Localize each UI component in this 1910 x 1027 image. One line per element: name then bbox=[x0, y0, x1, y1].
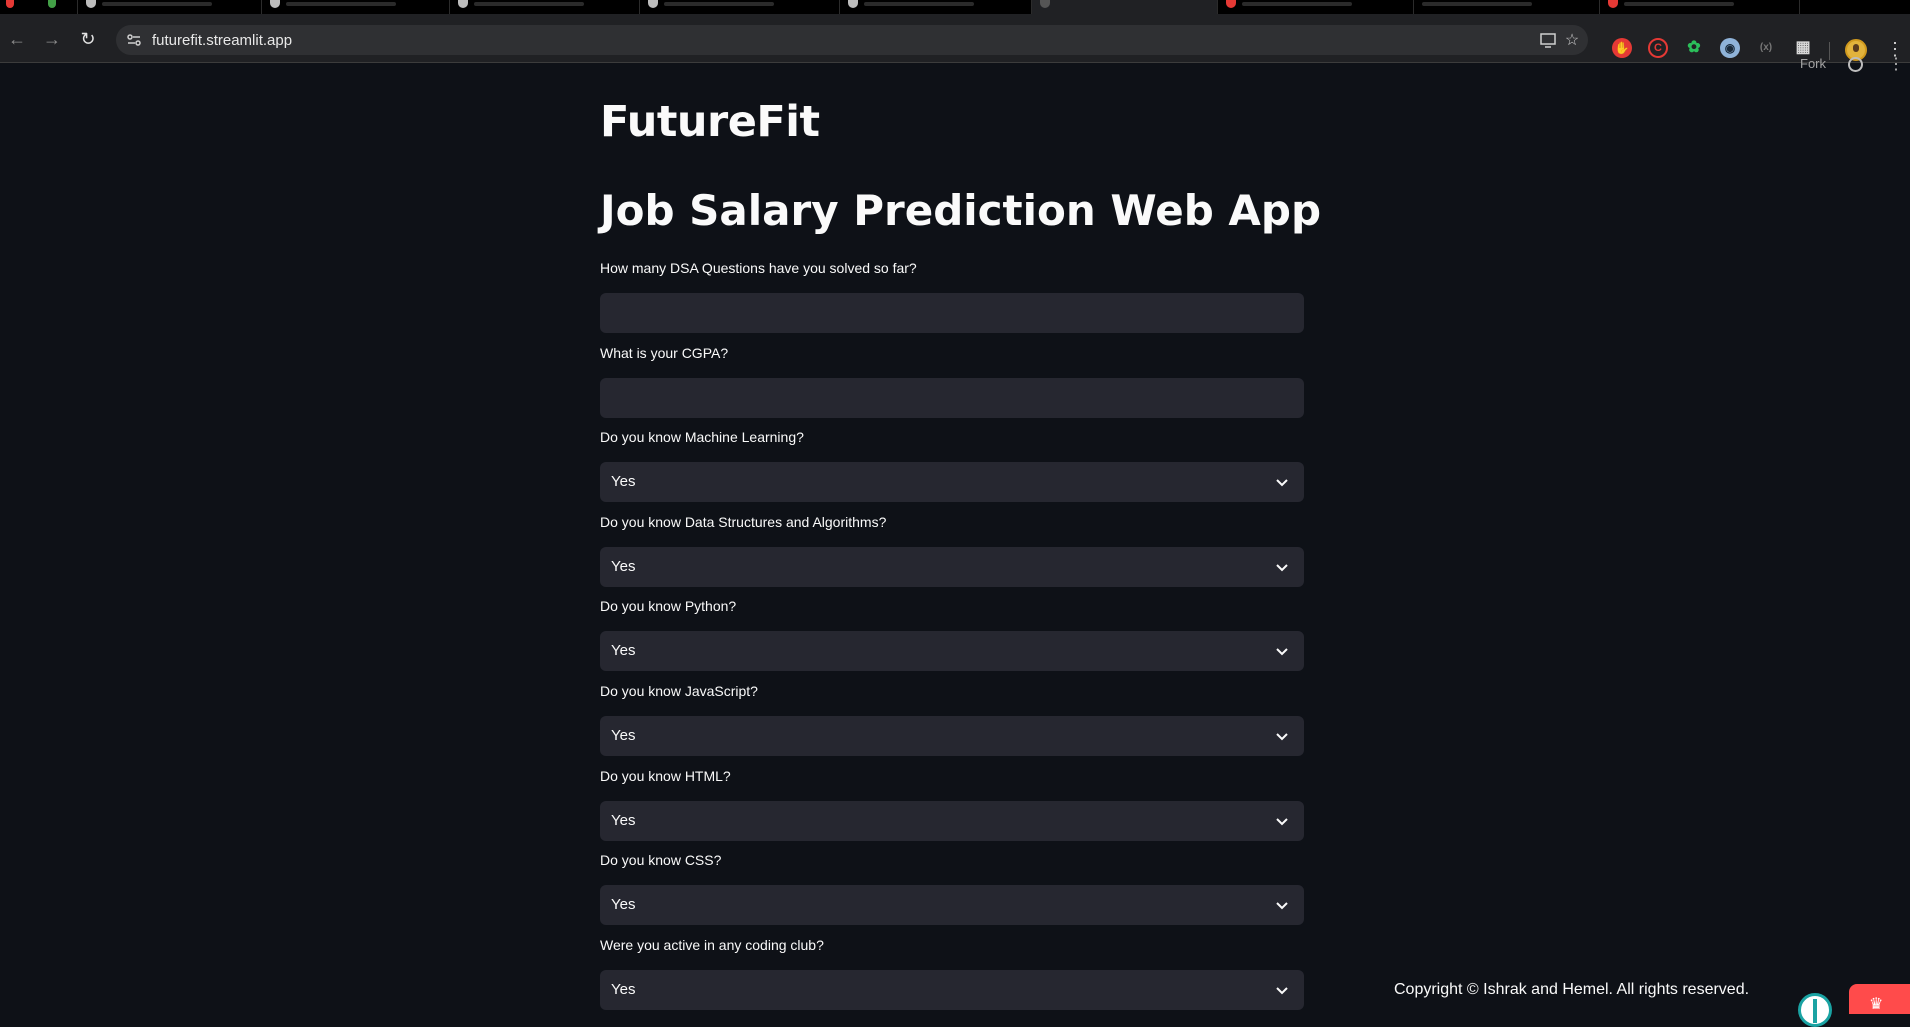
python-field: Do you know Python? Yes bbox=[600, 597, 1304, 671]
text-input-container bbox=[600, 378, 1304, 418]
field-label: What is your CGPA? bbox=[600, 345, 729, 361]
browser-toolbar: ← → ↻ futurefit.streamlit.app ☆ ✋ C ✿ ◉ … bbox=[0, 14, 1910, 63]
app-title: FutureFit bbox=[600, 97, 820, 147]
field-label: Were you active in any coding club? bbox=[600, 937, 824, 953]
youtube-icon bbox=[1608, 0, 1618, 8]
machine-learning-field: Do you know Machine Learning? Yes bbox=[600, 428, 1304, 502]
field-label: Do you know Python? bbox=[600, 598, 737, 614]
url-text: futurefit.streamlit.app bbox=[152, 32, 293, 49]
extension-leaf-icon[interactable]: ✿ bbox=[1684, 38, 1704, 58]
cgpa-field: What is your CGPA? bbox=[600, 344, 1304, 418]
extension-c-icon[interactable]: C bbox=[1648, 38, 1668, 58]
field-label: Do you know Machine Learning? bbox=[600, 429, 804, 445]
fork-button[interactable]: Fork bbox=[1800, 56, 1826, 71]
select-value: Yes bbox=[611, 642, 636, 659]
streamlit-badge[interactable]: ♛ bbox=[1849, 984, 1910, 1014]
copyright-footer: Copyright © Ishrak and Hemel. All rights… bbox=[1394, 981, 1750, 998]
field-label: Do you know CSS? bbox=[600, 852, 722, 868]
dsa-knowledge-select[interactable]: Yes bbox=[600, 547, 1304, 587]
bookmark-star-icon[interactable]: ☆ bbox=[1562, 31, 1582, 51]
html-field: Do you know HTML? Yes bbox=[600, 767, 1304, 841]
python-select[interactable]: Yes bbox=[600, 631, 1304, 671]
field-label: Do you know HTML? bbox=[600, 768, 731, 784]
javascript-select[interactable]: Yes bbox=[600, 716, 1304, 756]
toolbar-divider bbox=[1829, 42, 1830, 60]
github-icon[interactable] bbox=[1848, 57, 1863, 72]
select-value: Yes bbox=[611, 896, 636, 913]
github-icon bbox=[648, 0, 658, 8]
dsa-questions-input[interactable] bbox=[600, 293, 1304, 333]
youtube-icon bbox=[1226, 0, 1236, 8]
css-select[interactable]: Yes bbox=[600, 885, 1304, 925]
javascript-field: Do you know JavaScript? Yes bbox=[600, 682, 1304, 756]
cgpa-input[interactable] bbox=[600, 378, 1304, 418]
chevron-down-icon bbox=[1276, 648, 1288, 656]
dsa-knowledge-field: Do you know Data Structures and Algorith… bbox=[600, 513, 1304, 587]
reload-button[interactable]: ↻ bbox=[76, 27, 100, 51]
help-widget-icon[interactable] bbox=[1798, 993, 1832, 1027]
github-icon bbox=[270, 0, 280, 8]
github-icon bbox=[848, 0, 858, 8]
chevron-down-icon bbox=[1276, 733, 1288, 741]
chevron-down-icon bbox=[1276, 987, 1288, 995]
select-value: Yes bbox=[611, 473, 636, 490]
select-value: Yes bbox=[611, 727, 636, 744]
chevron-down-icon bbox=[1276, 564, 1288, 572]
browser-tab[interactable] bbox=[262, 0, 450, 14]
extension-owl-icon[interactable]: ◉ bbox=[1720, 38, 1740, 58]
html-select[interactable]: Yes bbox=[600, 801, 1304, 841]
address-bar[interactable]: futurefit.streamlit.app ☆ bbox=[116, 25, 1588, 55]
install-app-icon[interactable] bbox=[1538, 31, 1558, 51]
browser-tab[interactable] bbox=[840, 0, 1032, 14]
coding-club-field: Were you active in any coding club? Yes bbox=[600, 936, 1304, 1010]
browser-tab-strip bbox=[0, 0, 1910, 14]
select-value: Yes bbox=[611, 558, 636, 575]
browser-tab[interactable] bbox=[640, 0, 840, 14]
browser-tab[interactable] bbox=[1600, 0, 1800, 14]
chevron-down-icon bbox=[1276, 818, 1288, 826]
browser-tab[interactable] bbox=[450, 0, 640, 14]
chevron-down-icon bbox=[1276, 902, 1288, 910]
extension-dim-icon[interactable]: (x) bbox=[1756, 38, 1776, 58]
css-field: Do you know CSS? Yes bbox=[600, 851, 1304, 925]
browser-tab-active[interactable] bbox=[1032, 0, 1218, 14]
extension-hand-icon[interactable]: ✋ bbox=[1612, 38, 1632, 58]
window-controls bbox=[0, 0, 78, 14]
crown-icon: ♛ bbox=[1869, 996, 1884, 1013]
app-menu-icon[interactable]: ⋮ bbox=[1888, 54, 1904, 74]
forward-button[interactable]: → bbox=[40, 27, 64, 51]
field-label: Do you know JavaScript? bbox=[600, 683, 758, 699]
browser-tab[interactable] bbox=[1218, 0, 1414, 14]
select-value: Yes bbox=[611, 812, 636, 829]
maximize-window-icon[interactable] bbox=[48, 0, 56, 8]
github-icon bbox=[86, 0, 96, 8]
back-button[interactable]: ← bbox=[5, 27, 29, 51]
streamlit-icon bbox=[1040, 0, 1050, 8]
coding-club-select[interactable]: Yes bbox=[600, 970, 1304, 1010]
select-value: Yes bbox=[611, 981, 636, 998]
close-window-icon[interactable] bbox=[6, 0, 14, 8]
page-title: Job Salary Prediction Web App bbox=[600, 186, 1322, 235]
browser-tab[interactable] bbox=[78, 0, 262, 14]
chevron-down-icon bbox=[1276, 479, 1288, 487]
browser-tab[interactable] bbox=[1414, 0, 1600, 14]
machine-learning-select[interactable]: Yes bbox=[600, 462, 1304, 502]
site-settings-icon[interactable] bbox=[126, 32, 142, 48]
github-icon bbox=[458, 0, 468, 8]
text-input-container bbox=[600, 293, 1304, 333]
field-label: Do you know Data Structures and Algorith… bbox=[600, 514, 887, 530]
extensions-puzzle-icon[interactable]: ▦ bbox=[1793, 38, 1813, 58]
field-label: How many DSA Questions have you solved s… bbox=[600, 260, 917, 276]
dsa-questions-field: How many DSA Questions have you solved s… bbox=[600, 259, 1304, 333]
